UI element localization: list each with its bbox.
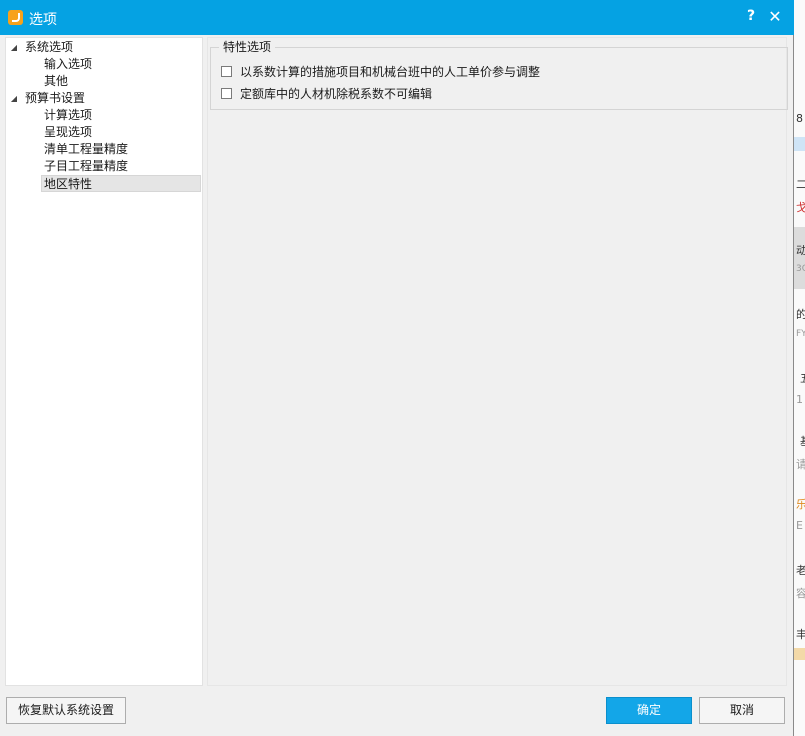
tree-item-subitem-quantity-precision[interactable]: 子目工程量精度: [42, 158, 192, 175]
expand-arrow-icon[interactable]: ◢: [9, 39, 19, 56]
tree-item-list-quantity-precision[interactable]: 清单工程量精度: [42, 141, 192, 158]
background-text: 动: [796, 244, 805, 257]
options-tree: ◢ 系统选项 输入选项 其他 ◢ 预算书设置 计算选项 呈现选项 清单工程量精度…: [5, 37, 203, 686]
feature-options-group: 特性选项 以系数计算的措施项目和机械台班中的人工单价参与调整 定额库中的人材机除…: [210, 39, 788, 110]
tree-item-regional-features[interactable]: 地区特性: [41, 175, 201, 192]
tree-item-label: 子目工程量精度: [44, 159, 129, 173]
background-text: E: [796, 519, 803, 532]
cancel-button[interactable]: 取消: [699, 697, 785, 724]
background-block: [794, 227, 805, 289]
background-app-strip: 8 二 戈 动 3C 的 FY 五 1 基 请 乐 E 老 容 丰: [794, 0, 805, 736]
tax-coefficient-readonly-checkbox[interactable]: [221, 88, 232, 99]
tree-item-label: 预算书设置: [25, 91, 86, 105]
labor-price-adjust-checkbox[interactable]: [221, 66, 232, 77]
background-text: 基: [800, 433, 805, 449]
tree-item-budget-settings[interactable]: ◢ 预算书设置: [6, 90, 202, 107]
tree-item-system-options[interactable]: ◢ 系统选项: [6, 39, 202, 56]
restore-default-button[interactable]: 恢复默认系统设置: [6, 697, 126, 724]
close-button[interactable]: ✕: [766, 7, 784, 27]
background-block: [794, 648, 805, 660]
group-title: 特性选项: [219, 39, 276, 55]
expand-arrow-icon[interactable]: ◢: [9, 90, 19, 107]
tree-item-label: 其他: [44, 74, 69, 88]
background-text: 3C: [796, 264, 805, 274]
tree-item-input-options[interactable]: 输入选项: [42, 56, 192, 73]
help-button[interactable]: ?: [744, 8, 758, 26]
background-text: 五: [800, 370, 805, 386]
background-text: 老: [796, 564, 805, 577]
background-text: FY: [796, 329, 805, 339]
app-logo-icon: [8, 10, 23, 25]
background-text: 8: [796, 112, 803, 125]
options-dialog: 选项 ? ✕ ◢ 系统选项 输入选项 其他 ◢ 预算书设置 计算选项 呈现选项 …: [0, 0, 794, 736]
background-text: 容: [796, 587, 805, 600]
tree-item-other[interactable]: 其他: [42, 73, 192, 90]
tree-item-label: 系统选项: [25, 40, 74, 54]
option-label: 定额库中的人材机除税系数不可编辑: [240, 87, 433, 101]
background-text: 二: [796, 178, 805, 191]
tree-item-label: 地区特性: [44, 177, 93, 191]
settings-panel: 特性选项 以系数计算的措施项目和机械台班中的人工单价参与调整 定额库中的人材机除…: [207, 37, 788, 686]
title-bar[interactable]: 选项 ? ✕: [0, 0, 794, 35]
background-text: 丰: [796, 628, 805, 641]
option-label: 以系数计算的措施项目和机械台班中的人工单价参与调整: [240, 65, 541, 79]
background-block: [794, 137, 805, 151]
dialog-title: 选项: [29, 12, 57, 28]
tree-item-label: 呈现选项: [44, 125, 93, 139]
background-text: 的: [796, 308, 805, 321]
background-text: 1: [796, 393, 803, 406]
ok-button[interactable]: 确定: [606, 697, 692, 724]
tree-item-label: 清单工程量精度: [44, 142, 129, 156]
background-text: 请: [796, 458, 805, 471]
tree-item-label: 输入选项: [44, 57, 93, 71]
background-text: 戈: [796, 201, 805, 214]
tree-item-display-options[interactable]: 呈现选项: [42, 124, 192, 141]
tree-item-calculation-options[interactable]: 计算选项: [42, 107, 192, 124]
background-text: 乐: [796, 498, 805, 511]
tree-item-label: 计算选项: [44, 108, 93, 122]
